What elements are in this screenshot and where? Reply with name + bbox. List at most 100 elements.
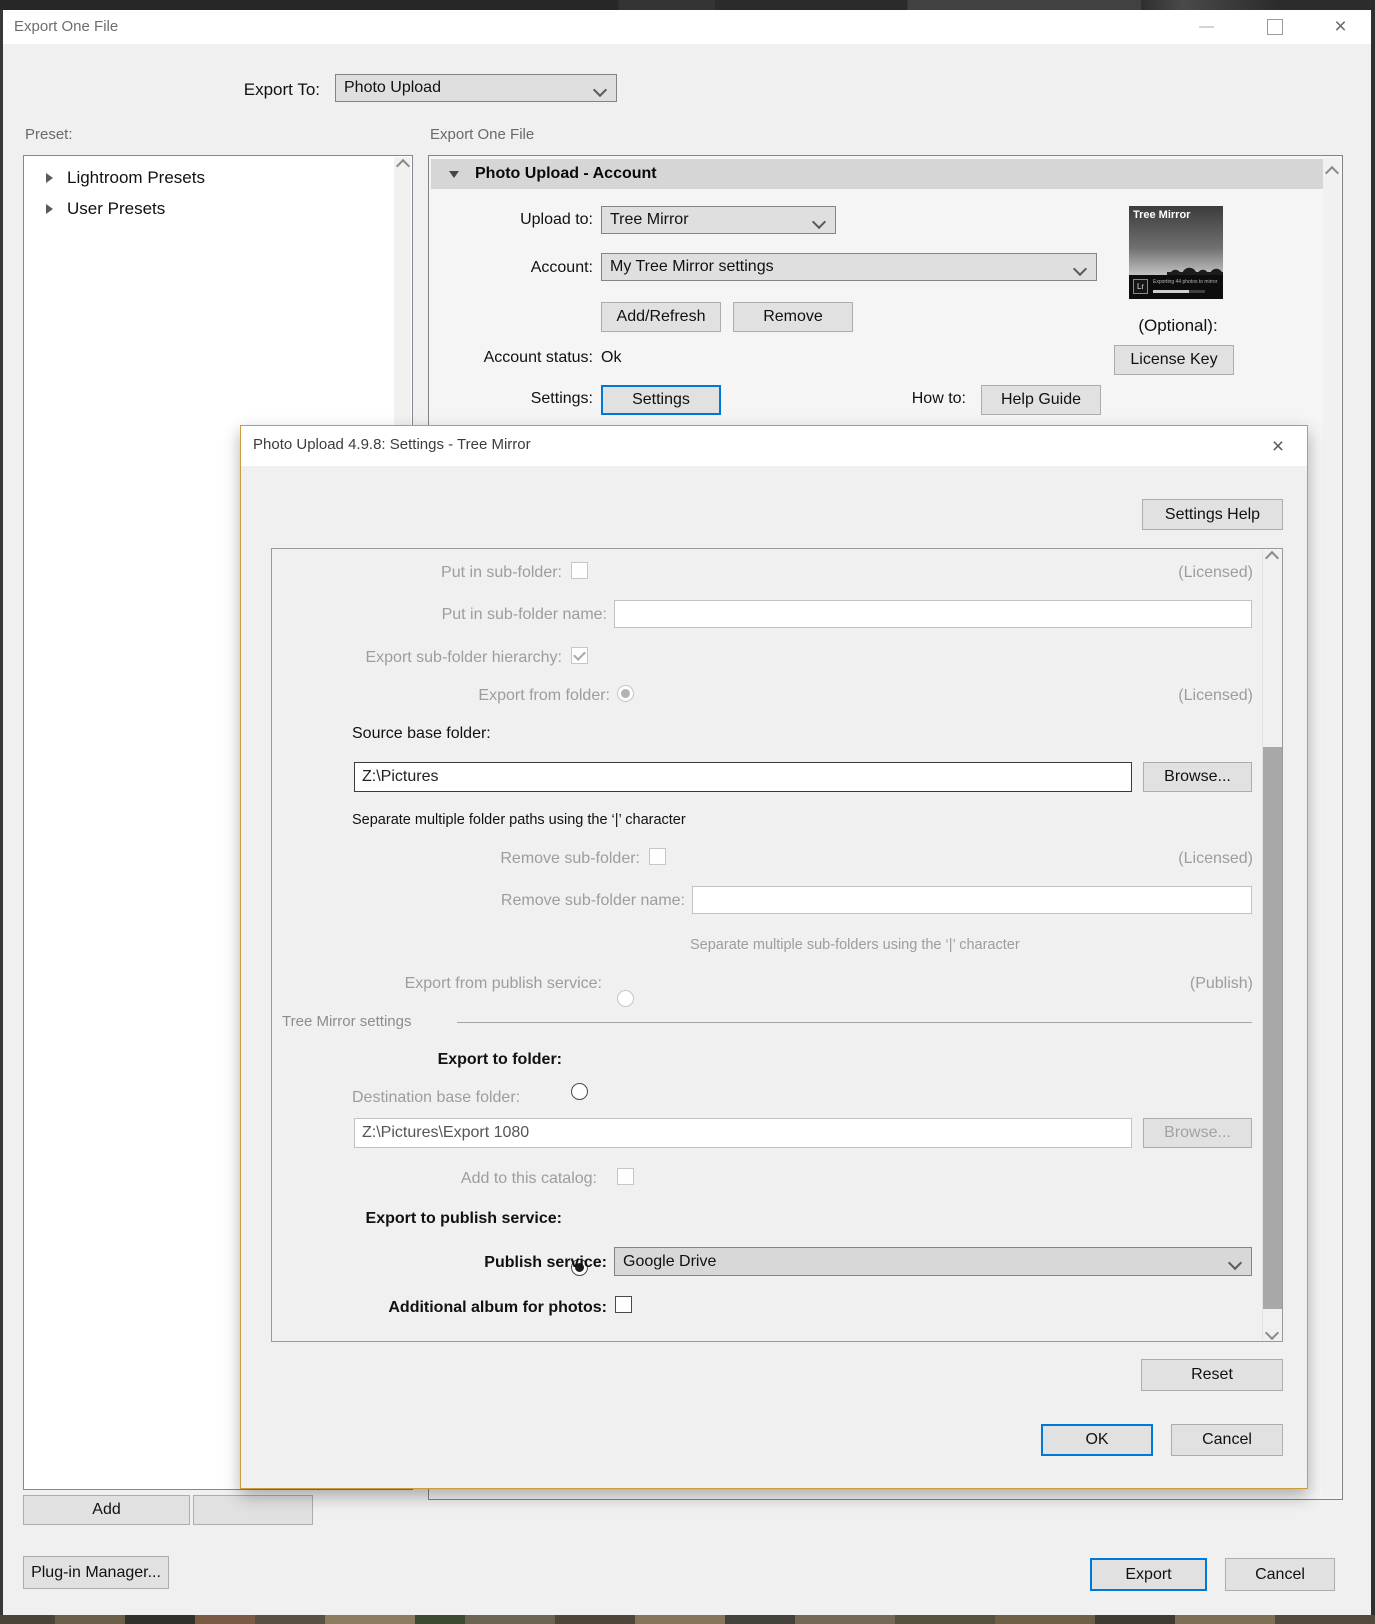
publish-service-label: Publish service: xyxy=(272,1254,607,1272)
plugin-settings-dialog: Photo Upload 4.9.8: Settings - Tree Mirr… xyxy=(240,425,1308,1489)
export-to-publish-label: Export to publish service: xyxy=(272,1210,562,1228)
optional-label: (Optional): xyxy=(1131,316,1225,336)
settings-label: Settings: xyxy=(469,390,593,408)
chevron-down-icon xyxy=(1228,1256,1242,1270)
remove-subfolder-checkbox[interactable] xyxy=(649,848,666,865)
collapse-arrow-icon[interactable] xyxy=(449,171,459,178)
preset-item-label: Lightroom Presets xyxy=(67,168,205,188)
scrollbar-thumb[interactable] xyxy=(1263,747,1282,1309)
account-label: Account: xyxy=(469,259,593,277)
add-preset-button[interactable]: Add xyxy=(23,1495,190,1525)
close-button[interactable]: × xyxy=(1318,10,1363,43)
scroll-up-arrow[interactable] xyxy=(394,157,411,174)
add-refresh-button[interactable]: Add/Refresh xyxy=(601,302,721,332)
app-behind-right-strip xyxy=(1371,10,1375,1615)
thumbnail-title: Tree Mirror xyxy=(1133,209,1190,221)
maximize-button[interactable] xyxy=(1252,10,1297,43)
preset-label: Preset: xyxy=(25,126,73,143)
group-label-tree-mirror-settings: Tree Mirror settings xyxy=(282,1013,411,1030)
minimize-button[interactable] xyxy=(1184,10,1229,43)
publish-tag: (Publish) xyxy=(1052,975,1253,993)
export-from-publish-radio[interactable] xyxy=(617,990,634,1007)
put-in-subfolder-name-label: Put in sub-folder name: xyxy=(272,606,607,624)
checkmark-icon xyxy=(573,648,586,661)
lightroom-logo: Lr xyxy=(1133,279,1148,294)
expander-arrow-icon[interactable] xyxy=(46,204,53,214)
publish-service-dropdown[interactable]: Google Drive xyxy=(614,1247,1252,1276)
settings-scroll-area: Put in sub-folder: (Licensed) Put in sub… xyxy=(271,548,1283,1342)
add-to-catalog-checkbox[interactable] xyxy=(617,1168,634,1185)
export-to-folder-radio[interactable] xyxy=(571,1083,588,1100)
put-in-subfolder-label: Put in sub-folder: xyxy=(272,564,562,582)
cancel-button[interactable]: Cancel xyxy=(1225,1558,1335,1591)
put-in-subfolder-checkbox[interactable] xyxy=(571,562,588,579)
export-to-value: Photo Upload xyxy=(344,79,441,97)
help-guide-button[interactable]: Help Guide xyxy=(981,385,1101,415)
remove-subfolder-hint: Separate multiple sub-folders using the … xyxy=(690,937,1020,953)
panel-scrollbar[interactable] xyxy=(1323,158,1340,1497)
additional-album-checkbox[interactable] xyxy=(615,1296,632,1313)
license-key-button[interactable]: License Key xyxy=(1114,345,1234,375)
dialog-cancel-button[interactable]: Cancel xyxy=(1171,1424,1283,1456)
preset-item-lightroom-presets[interactable]: Lightroom Presets xyxy=(24,162,412,193)
export-to-label: Export To: xyxy=(120,80,320,100)
settings-help-button[interactable]: Settings Help xyxy=(1142,499,1283,530)
minimize-icon xyxy=(1199,26,1214,28)
expander-arrow-icon[interactable] xyxy=(46,173,53,183)
preset-item-label: User Presets xyxy=(67,199,165,219)
dialog-title: Photo Upload 4.9.8: Settings - Tree Mirr… xyxy=(253,436,531,453)
export-to-folder-label: Export to folder: xyxy=(272,1051,562,1069)
remove-button[interactable]: Remove xyxy=(733,302,853,332)
preset-item-user-presets[interactable]: User Presets xyxy=(24,193,412,224)
how-to-label: How to: xyxy=(829,390,966,408)
destination-base-folder-input[interactable] xyxy=(354,1118,1132,1148)
section-header-label: Photo Upload - Account xyxy=(475,165,657,183)
upload-to-dropdown[interactable]: Tree Mirror xyxy=(601,206,836,234)
upload-to-value: Tree Mirror xyxy=(610,211,689,229)
export-from-publish-label: Export from publish service: xyxy=(272,975,602,993)
maximize-icon xyxy=(1267,19,1283,35)
scroll-up-arrow[interactable] xyxy=(1263,549,1280,566)
screenshot-canvas: Export One File × Export To: Photo Uploa… xyxy=(0,0,1375,1624)
reset-button[interactable]: Reset xyxy=(1141,1359,1283,1391)
remove-subfolder-name-input[interactable] xyxy=(692,886,1252,914)
remove-subfolder-name-label: Remove sub-folder name: xyxy=(272,892,685,910)
source-browse-button[interactable]: Browse... xyxy=(1143,762,1252,792)
export-to-dropdown[interactable]: Photo Upload xyxy=(335,74,617,102)
licensed-tag: (Licensed) xyxy=(1052,850,1253,868)
licensed-tag: (Licensed) xyxy=(1052,564,1253,582)
licensed-tag: (Licensed) xyxy=(1052,687,1253,705)
export-from-folder-radio[interactable] xyxy=(617,685,634,702)
dialog-scrollbar[interactable] xyxy=(1262,549,1282,1341)
export-button[interactable]: Export xyxy=(1090,1558,1207,1591)
destination-base-folder-label: Destination base folder: xyxy=(352,1089,520,1107)
account-dropdown[interactable]: My Tree Mirror settings xyxy=(601,253,1097,281)
account-value: My Tree Mirror settings xyxy=(610,258,774,276)
destination-browse-button[interactable]: Browse... xyxy=(1143,1118,1252,1148)
publish-service-value: Google Drive xyxy=(623,1253,716,1271)
tree-silhouette-image xyxy=(1167,263,1223,275)
scroll-down-arrow[interactable] xyxy=(1263,1324,1280,1341)
scroll-up-arrow[interactable] xyxy=(1323,164,1340,181)
upload-to-label: Upload to: xyxy=(469,211,593,229)
chevron-down-icon xyxy=(1073,262,1087,276)
close-icon: × xyxy=(1334,16,1346,37)
section-header-photo-upload-account[interactable]: Photo Upload - Account xyxy=(431,159,1323,189)
group-divider-line xyxy=(457,1022,1252,1023)
plugin-manager-button[interactable]: Plug-in Manager... xyxy=(23,1556,169,1589)
source-base-folder-input[interactable] xyxy=(354,762,1132,792)
additional-album-label: Additional album for photos: xyxy=(272,1299,607,1317)
app-behind-top-strip xyxy=(0,0,1375,10)
add-to-catalog-label: Add to this catalog: xyxy=(272,1170,597,1188)
export-subfolder-hierarchy-checkbox[interactable] xyxy=(571,647,588,664)
settings-button[interactable]: Settings xyxy=(601,385,721,415)
dialog-close-button[interactable]: × xyxy=(1263,434,1293,460)
chevron-down-icon xyxy=(812,215,826,229)
account-status-value: Ok xyxy=(601,349,621,367)
put-in-subfolder-name-input[interactable] xyxy=(614,600,1252,628)
chevron-down-icon xyxy=(593,83,607,97)
remove-preset-button-partial[interactable] xyxy=(193,1495,313,1525)
filmstrip-behind xyxy=(0,1615,1375,1624)
ok-button[interactable]: OK xyxy=(1041,1424,1153,1456)
dialog-titlebar: Photo Upload 4.9.8: Settings - Tree Mirr… xyxy=(241,426,1307,466)
